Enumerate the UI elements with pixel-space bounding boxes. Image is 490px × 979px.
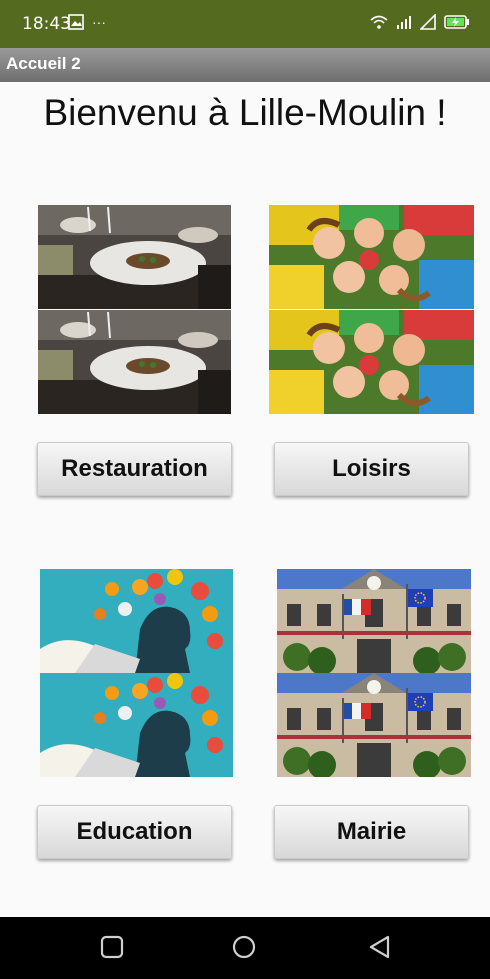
children-playing-photo — [269, 205, 474, 414]
recent-apps-icon[interactable] — [99, 934, 125, 960]
image-icon — [68, 14, 84, 30]
wifi-icon — [370, 15, 388, 29]
app-title-bar: Accueil 2 — [0, 48, 490, 82]
education-illustration — [40, 569, 233, 777]
town-hall-photo — [277, 569, 471, 777]
restauration-button[interactable]: Restauration — [37, 442, 232, 496]
app-title: Accueil 2 — [6, 54, 81, 73]
status-bar: 18:43 ··· — [0, 0, 490, 48]
signal-triangle-icon — [420, 14, 436, 30]
education-button[interactable]: Education — [37, 805, 232, 859]
home-icon[interactable] — [231, 934, 257, 960]
back-icon[interactable] — [367, 934, 393, 960]
mairie-button[interactable]: Mairie — [274, 805, 469, 859]
signal-icon — [397, 16, 411, 29]
loisirs-button[interactable]: Loisirs — [274, 442, 469, 496]
battery-charging-icon — [444, 15, 469, 29]
welcome-heading: Bienvenu à Lille-Moulin ! — [43, 92, 447, 133]
status-time: 18:43 — [22, 14, 71, 34]
restaurant-photo — [38, 205, 231, 414]
navigation-bar — [0, 917, 490, 979]
more-notifications: ··· — [92, 14, 106, 30]
